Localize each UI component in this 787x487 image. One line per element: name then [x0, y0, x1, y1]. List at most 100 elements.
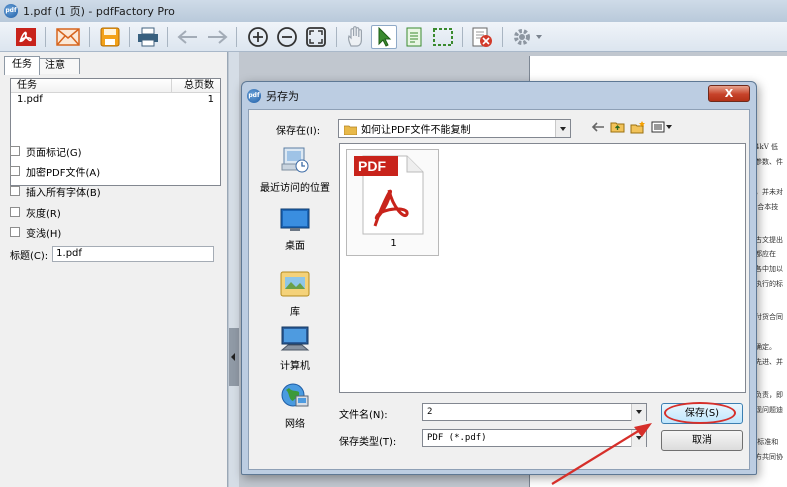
view-menu-icon[interactable] — [651, 121, 673, 136]
new-folder-icon[interactable] — [630, 120, 646, 137]
zoom-in-icon[interactable] — [245, 25, 271, 49]
pdf-badge-text: PDF — [358, 158, 386, 174]
place-label: 最近访问的位置 — [260, 183, 330, 194]
save-in-dropdown[interactable]: 如何让PDF文件不能复制 — [338, 119, 571, 138]
chevron-down-icon[interactable] — [555, 120, 570, 137]
checkbox[interactable] — [10, 186, 20, 196]
print-icon[interactable] — [135, 25, 161, 49]
save-in-label: 保存在(I): — [276, 126, 321, 137]
checkbox[interactable] — [10, 146, 20, 156]
email-icon[interactable] — [55, 25, 81, 49]
acrobat-icon[interactable] — [13, 25, 39, 49]
filename-value: 2 — [427, 407, 433, 417]
page-text-line: 现问题迪 — [755, 406, 783, 414]
chevron-down-icon[interactable] — [631, 429, 646, 447]
table-row[interactable]: 1.pdf 1 — [11, 93, 220, 106]
page-text-line: ·合本技 — [755, 203, 779, 211]
save-icon[interactable] — [97, 25, 123, 49]
file-list[interactable]: PDF 1 — [339, 143, 746, 393]
option-label: 页面标记(G) — [26, 147, 82, 159]
option-embed-fonts[interactable]: 插入所有字体(B) — [10, 184, 101, 199]
filetype-label: 保存类型(T): — [339, 437, 397, 448]
network-icon — [252, 382, 338, 413]
place-network[interactable]: 网络 — [252, 382, 338, 430]
title-input[interactable]: 1.pdf — [52, 246, 215, 262]
page-text-line: 方共同协 — [755, 453, 783, 461]
page-text-line: ·标准和 — [755, 438, 779, 446]
filetype-value: PDF (*.pdf) — [427, 433, 487, 443]
back-arrow-icon[interactable] — [591, 121, 605, 135]
fit-page-icon[interactable] — [303, 25, 329, 49]
column-header-pages[interactable]: 总页数 — [172, 79, 220, 92]
panel-splitter[interactable] — [229, 52, 239, 487]
page-text-line: 4kV 低 — [755, 143, 778, 151]
chevron-down-icon[interactable] — [631, 403, 646, 421]
left-panel: 任务 注意 任务 总页数 1.pdf 1 页面标记(G) 加密PDF文件(A) … — [0, 52, 228, 487]
option-encrypt-pdf[interactable]: 加密PDF文件(A) — [10, 164, 100, 179]
up-folder-icon[interactable] — [610, 120, 625, 136]
computer-icon — [252, 326, 338, 355]
highlight-circle — [664, 402, 736, 424]
back-arrow-icon[interactable] — [175, 25, 201, 49]
folder-icon — [343, 124, 358, 135]
filename-label: 文件名(N): — [339, 410, 388, 421]
option-label: 变浅(H) — [26, 228, 62, 240]
select-arrow-icon[interactable] — [371, 25, 397, 49]
settings-gear-icon[interactable] — [510, 25, 546, 49]
page-text-line: 确定。 — [755, 343, 776, 351]
panel-tabs: 任务 注意 — [4, 56, 80, 75]
option-page-marks[interactable]: 页面标记(G) — [10, 144, 82, 159]
text-select-icon[interactable] — [401, 25, 427, 49]
forward-arrow-icon[interactable] — [204, 25, 230, 49]
page-text-line: ，并未对 — [755, 188, 783, 196]
zoom-out-icon[interactable] — [274, 25, 300, 49]
pdf-file-icon: PDF — [354, 155, 424, 235]
page-text-line: 执行的标 — [755, 280, 783, 288]
page-text-line: 都应在 — [755, 250, 776, 258]
page-text-line: 参数、件 — [755, 158, 783, 166]
page-text-line: 负责，即 — [755, 391, 783, 399]
app-title: 1.pdf (1 页) - pdfFactory Pro — [23, 5, 175, 18]
cancel-button[interactable]: 取消 — [661, 430, 743, 451]
task-name-cell: 1.pdf — [17, 94, 43, 105]
checkbox[interactable] — [10, 166, 20, 176]
marquee-select-icon[interactable] — [430, 25, 456, 49]
task-table-header: 任务 总页数 — [11, 79, 220, 93]
dialog-titlebar[interactable]: pdf 另存为 X — [242, 82, 756, 108]
recent-places-icon — [252, 146, 338, 177]
file-item[interactable]: PDF 1 — [346, 149, 439, 256]
checkbox[interactable] — [10, 227, 20, 237]
place-computer[interactable]: 计算机 — [252, 326, 338, 372]
place-recent[interactable]: 最近访问的位置 — [252, 146, 338, 194]
place-label: 库 — [290, 307, 300, 318]
page-text-line: 付货合同 — [755, 313, 783, 321]
collapse-panel-handle[interactable] — [229, 328, 239, 386]
save-as-dialog: pdf 另存为 X 保存在(I): 如何让PDF文件不能复制 最近访问的位置 桌… — [241, 81, 757, 475]
dialog-body: 保存在(I): 如何让PDF文件不能复制 最近访问的位置 桌面 库 计算机 网络… — [248, 109, 750, 470]
delete-page-icon[interactable] — [469, 25, 495, 49]
hand-tool-icon[interactable] — [343, 25, 369, 49]
dialog-nav-toolbar — [591, 120, 678, 136]
tab-notes[interactable]: 注意 — [39, 58, 80, 74]
places-bar: 最近访问的位置 桌面 库 计算机 网络 — [252, 146, 338, 438]
place-label: 网络 — [285, 419, 305, 430]
libraries-icon — [252, 268, 338, 301]
place-libraries[interactable]: 库 — [252, 268, 338, 318]
dialog-title: 另存为 — [266, 90, 299, 103]
filename-input[interactable]: 2 — [422, 403, 647, 421]
main-toolbar — [0, 22, 787, 52]
column-header-task[interactable]: 任务 — [11, 79, 172, 92]
pdffactory-logo-icon: pdf — [247, 89, 261, 103]
close-button[interactable]: X — [708, 85, 750, 102]
option-label: 插入所有字体(B) — [26, 187, 101, 199]
page-text-line: 古文提出 — [755, 236, 783, 244]
checkbox[interactable] — [10, 207, 20, 217]
title-label: 标题(C): — [10, 250, 49, 262]
tab-tasks[interactable]: 任务 — [4, 56, 40, 75]
title-field-row: 标题(C): 1.pdf — [10, 246, 215, 262]
option-lighten[interactable]: 变浅(H) — [10, 225, 62, 240]
filetype-select[interactable]: PDF (*.pdf) — [422, 429, 647, 447]
option-grayscale[interactable]: 灰度(R) — [10, 205, 61, 220]
place-desktop[interactable]: 桌面 — [252, 208, 338, 252]
page-text-line: 各中加以 — [755, 265, 783, 273]
